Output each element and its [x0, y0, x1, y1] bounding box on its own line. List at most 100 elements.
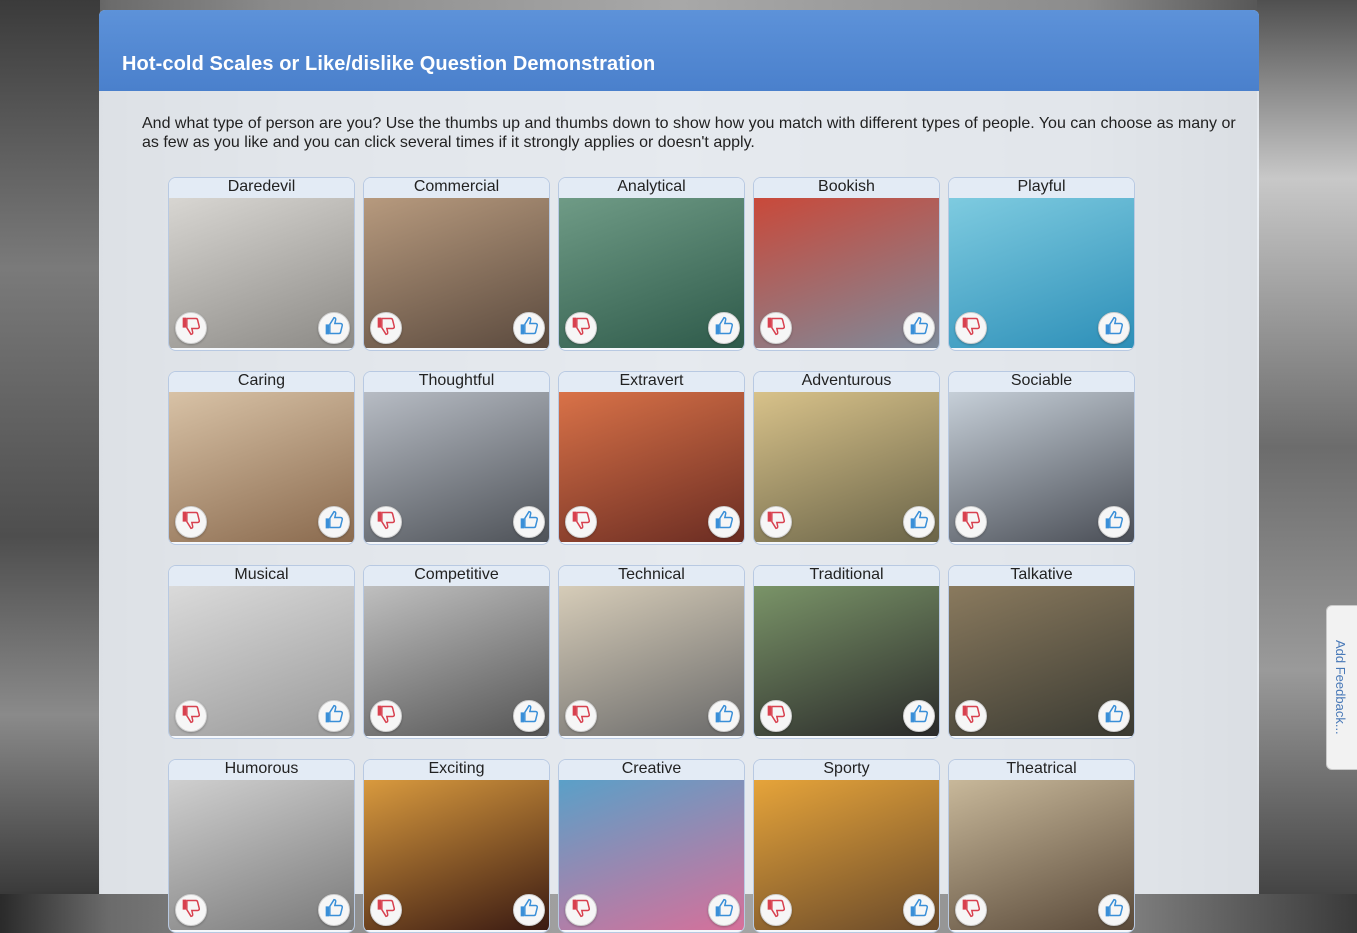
thumbs-up-button[interactable] [903, 700, 935, 732]
thumbs-up-icon [324, 316, 344, 341]
person-type-card: Daredevil [168, 177, 355, 351]
thumbs-down-button[interactable] [955, 894, 987, 926]
feedback-tab[interactable]: Add Feedback... [1326, 605, 1357, 770]
person-type-card: Exciting [363, 759, 550, 933]
thumbs-up-icon [1104, 704, 1124, 729]
thumbs-down-button[interactable] [370, 312, 402, 344]
thumbs-down-icon [961, 898, 981, 923]
thumbs-down-icon [766, 898, 786, 923]
thumbs-up-button[interactable] [318, 894, 350, 926]
thumbs-up-icon [519, 510, 539, 535]
thumbs-down-icon [571, 510, 591, 535]
thumbs-up-button[interactable] [318, 312, 350, 344]
card-title: Analytical [559, 178, 744, 198]
card-title: Sporty [754, 760, 939, 780]
card-title: Playful [949, 178, 1134, 198]
thumbs-down-icon [766, 316, 786, 341]
thumbs-up-icon [519, 704, 539, 729]
thumbs-down-icon [766, 704, 786, 729]
thumbs-up-icon [909, 704, 929, 729]
thumbs-down-button[interactable] [565, 506, 597, 538]
card-title: Bookish [754, 178, 939, 198]
thumbs-up-button[interactable] [903, 894, 935, 926]
card-title: Commercial [364, 178, 549, 198]
thumbs-up-icon [714, 510, 734, 535]
thumbs-up-button[interactable] [318, 506, 350, 538]
page-header: Hot-cold Scales or Like/dislike Question… [99, 10, 1259, 91]
thumbs-up-icon [519, 898, 539, 923]
thumbs-down-icon [181, 316, 201, 341]
thumbs-up-icon [909, 898, 929, 923]
thumbs-up-button[interactable] [903, 312, 935, 344]
feedback-label: Add Feedback... [1333, 640, 1348, 735]
person-type-card: Humorous [168, 759, 355, 933]
thumbs-up-button[interactable] [1098, 506, 1130, 538]
thumbs-up-icon [714, 704, 734, 729]
card-title: Daredevil [169, 178, 354, 198]
person-type-card: Sporty [753, 759, 940, 933]
card-title: Creative [559, 760, 744, 780]
thumbs-up-button[interactable] [1098, 312, 1130, 344]
thumbs-up-button[interactable] [708, 894, 740, 926]
survey-panel: Hot-cold Scales or Like/dislike Question… [99, 10, 1259, 933]
thumbs-down-icon [181, 898, 201, 923]
thumbs-down-button[interactable] [175, 312, 207, 344]
thumbs-down-button[interactable] [955, 700, 987, 732]
thumbs-up-icon [324, 704, 344, 729]
thumbs-down-button[interactable] [565, 700, 597, 732]
thumbs-down-button[interactable] [955, 312, 987, 344]
person-type-card: Creative [558, 759, 745, 933]
thumbs-up-button[interactable] [513, 312, 545, 344]
card-title: Talkative [949, 566, 1134, 586]
thumbs-up-button[interactable] [708, 506, 740, 538]
thumbs-up-button[interactable] [318, 700, 350, 732]
person-type-card: Analytical [558, 177, 745, 351]
thumbs-down-button[interactable] [760, 506, 792, 538]
person-type-card: Technical [558, 565, 745, 739]
thumbs-down-button[interactable] [760, 312, 792, 344]
thumbs-up-button[interactable] [513, 894, 545, 926]
card-title: Technical [559, 566, 744, 586]
person-type-card: Adventurous [753, 371, 940, 545]
thumbs-down-button[interactable] [175, 894, 207, 926]
thumbs-down-button[interactable] [370, 506, 402, 538]
person-type-card: Commercial [363, 177, 550, 351]
thumbs-down-icon [961, 316, 981, 341]
thumbs-down-icon [961, 704, 981, 729]
thumbs-down-icon [961, 510, 981, 535]
question-text: And what type of person are you? Use the… [142, 115, 1236, 151]
thumbs-down-icon [376, 704, 396, 729]
thumbs-up-button[interactable] [708, 312, 740, 344]
thumbs-up-icon [909, 510, 929, 535]
thumbs-down-button[interactable] [370, 894, 402, 926]
thumbs-up-icon [909, 316, 929, 341]
person-type-card: Caring [168, 371, 355, 545]
background-left-shade [0, 0, 100, 894]
thumbs-down-button[interactable] [175, 700, 207, 732]
card-title: Adventurous [754, 372, 939, 392]
thumbs-up-button[interactable] [708, 700, 740, 732]
card-title: Theatrical [949, 760, 1134, 780]
thumbs-up-button[interactable] [903, 506, 935, 538]
person-type-card: Playful [948, 177, 1135, 351]
thumbs-up-button[interactable] [513, 506, 545, 538]
thumbs-down-button[interactable] [760, 700, 792, 732]
person-type-card: Competitive [363, 565, 550, 739]
thumbs-down-icon [571, 704, 591, 729]
thumbs-up-button[interactable] [513, 700, 545, 732]
person-type-card: Thoughtful [363, 371, 550, 545]
person-type-card: Traditional [753, 565, 940, 739]
card-title: Musical [169, 566, 354, 586]
thumbs-down-button[interactable] [370, 700, 402, 732]
thumbs-up-button[interactable] [1098, 700, 1130, 732]
thumbs-down-button[interactable] [565, 894, 597, 926]
thumbs-down-button[interactable] [955, 506, 987, 538]
person-type-card: Bookish [753, 177, 940, 351]
thumbs-down-button[interactable] [760, 894, 792, 926]
thumbs-down-button[interactable] [175, 506, 207, 538]
thumbs-down-button[interactable] [565, 312, 597, 344]
thumbs-up-button[interactable] [1098, 894, 1130, 926]
thumbs-down-icon [571, 898, 591, 923]
person-type-card: Sociable [948, 371, 1135, 545]
person-type-card: Theatrical [948, 759, 1135, 933]
